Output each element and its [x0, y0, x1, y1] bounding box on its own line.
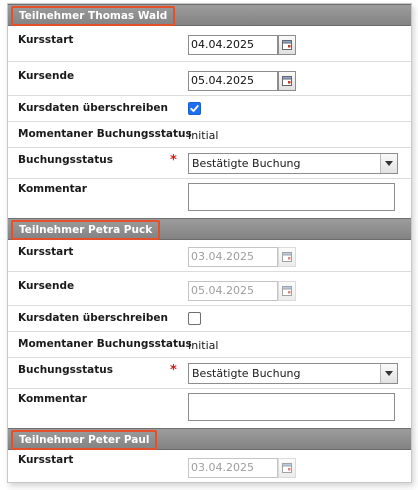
course-start-label: Kursstart: [18, 34, 74, 46]
override-row: Kursdaten überschreiben: [8, 96, 411, 122]
course-end-label: Kursende: [18, 70, 75, 82]
status-select[interactable]: Bestätigte Buchung: [188, 153, 398, 174]
override-label: Kursdaten überschreiben: [18, 102, 168, 114]
current-status-value: Initial: [188, 339, 219, 352]
course-start-field[interactable]: 03.04.2025: [188, 247, 278, 267]
course-start-row: Kursstart 03.04.2025: [8, 450, 411, 482]
comment-row: Kommentar: [8, 389, 411, 428]
course-start-label: Kursstart: [18, 246, 74, 258]
override-label: Kursdaten überschreiben: [18, 312, 168, 324]
calendar-icon: [282, 463, 292, 473]
calendar-button[interactable]: [278, 35, 296, 55]
current-status-label: Momentaner Buchungsstatus: [18, 338, 192, 350]
chevron-down-icon[interactable]: [380, 154, 397, 173]
booking-form: Teilnehmer Thomas Wald Kursstart 04.04.2…: [7, 3, 412, 483]
required-marker: *: [170, 363, 177, 378]
status-select-value: Bestätigte Buchung: [192, 157, 301, 170]
override-row: Kursdaten überschreiben: [8, 306, 411, 332]
course-start-field[interactable]: 03.04.2025: [188, 458, 278, 478]
status-row: Buchungsstatus * Bestätigte Buchung: [8, 358, 411, 389]
course-end-field[interactable]: 05.04.2025: [188, 71, 278, 91]
override-checkbox[interactable]: [188, 102, 201, 115]
calendar-icon: [282, 286, 292, 296]
required-marker: *: [170, 153, 177, 168]
status-label: Buchungsstatus: [18, 154, 113, 166]
course-start-label: Kursstart: [18, 454, 74, 466]
course-end-row: Kursende 05.04.2025: [8, 272, 411, 306]
participant-title: Teilnehmer Peter Paul: [11, 430, 158, 450]
course-start-row: Kursstart 03.04.2025: [8, 240, 411, 272]
current-status-row: Momentaner Buchungsstatus Initial: [8, 332, 411, 358]
calendar-icon: [282, 76, 292, 86]
participant-title: Teilnehmer Thomas Wald: [11, 6, 176, 26]
comment-field[interactable]: [188, 393, 395, 421]
participant-header: Teilnehmer Thomas Wald: [8, 4, 411, 26]
current-status-value: Initial: [188, 129, 219, 142]
comment-row: Kommentar: [8, 179, 411, 218]
course-end-row: Kursende 05.04.2025: [8, 62, 411, 96]
chevron-down-icon[interactable]: [380, 364, 397, 383]
calendar-button[interactable]: [278, 458, 296, 478]
status-label: Buchungsstatus: [18, 364, 113, 376]
course-end-label: Kursende: [18, 280, 75, 292]
comment-field[interactable]: [188, 183, 395, 211]
calendar-button[interactable]: [278, 281, 296, 301]
status-row: Buchungsstatus * Bestätigte Buchung: [8, 148, 411, 179]
override-checkbox[interactable]: [188, 312, 201, 325]
calendar-icon: [282, 252, 292, 262]
course-end-field[interactable]: 05.04.2025: [188, 281, 278, 301]
status-select[interactable]: Bestätigte Buchung: [188, 363, 398, 384]
calendar-icon: [282, 40, 292, 50]
course-start-field[interactable]: 04.04.2025: [188, 35, 278, 55]
participant-header: Teilnehmer Petra Puck: [8, 218, 411, 240]
participant-title: Teilnehmer Petra Puck: [11, 220, 161, 240]
checkmark-icon: [190, 105, 199, 112]
course-start-row: Kursstart 04.04.2025: [8, 26, 411, 62]
calendar-button[interactable]: [278, 71, 296, 91]
participant-header: Teilnehmer Peter Paul: [8, 428, 411, 450]
current-status-row: Momentaner Buchungsstatus Initial: [8, 122, 411, 148]
comment-label: Kommentar: [18, 393, 87, 405]
status-select-value: Bestätigte Buchung: [192, 367, 301, 380]
current-status-label: Momentaner Buchungsstatus: [18, 128, 192, 140]
comment-label: Kommentar: [18, 183, 87, 195]
calendar-button[interactable]: [278, 247, 296, 267]
